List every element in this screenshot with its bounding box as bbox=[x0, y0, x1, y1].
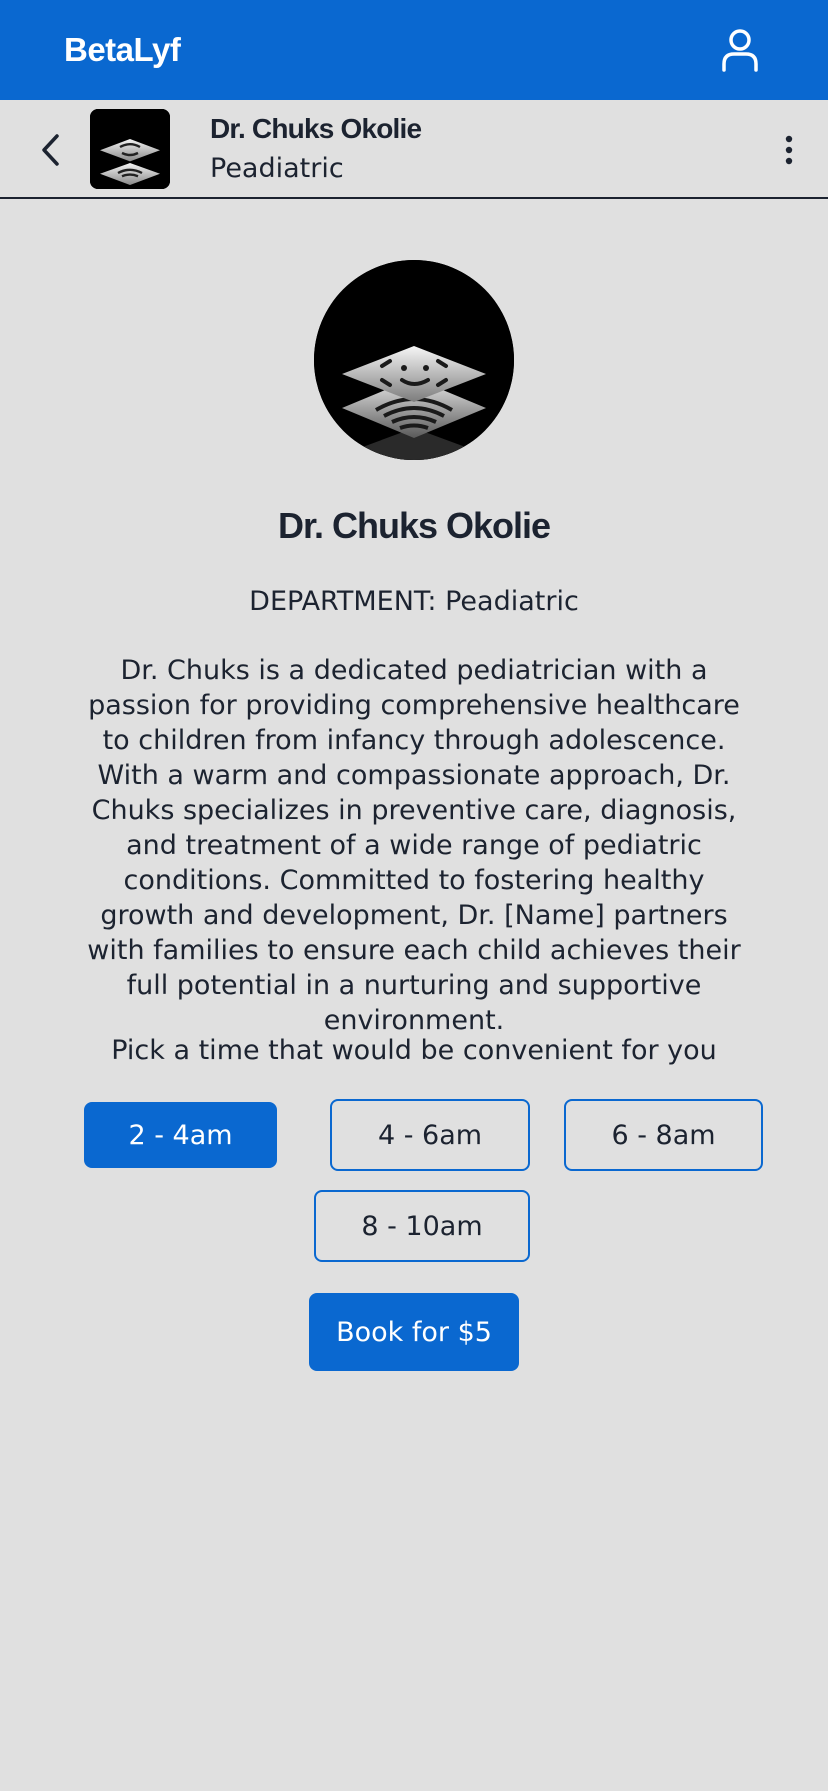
back-button[interactable] bbox=[24, 124, 76, 176]
app-title: BetaLyf bbox=[64, 31, 181, 68]
doctor-thumbnail bbox=[90, 109, 170, 189]
time-slot-prompt: Pick a time that would be convenient for… bbox=[111, 1035, 717, 1066]
more-options-button[interactable] bbox=[764, 124, 814, 176]
doctor-avatar bbox=[314, 260, 514, 460]
doctor-header: Dr. Chuks Okolie Peadiatric bbox=[0, 100, 828, 199]
header-doctor-name: Dr. Chuks Okolie bbox=[210, 113, 422, 144]
app-bar: BetaLyf bbox=[0, 0, 828, 100]
department-label: DEPARTMENT: bbox=[249, 586, 437, 617]
profile-button[interactable] bbox=[710, 22, 770, 78]
biometric-logo-icon bbox=[314, 260, 514, 460]
doctor-bio: Dr. Chuks is a dedicated pediatrician wi… bbox=[87, 655, 741, 1036]
time-slot-8-10am[interactable]: 8 - 10am bbox=[314, 1190, 530, 1262]
time-slot-4-6am[interactable]: 4 - 6am bbox=[330, 1099, 530, 1171]
header-department: Peadiatric bbox=[210, 153, 344, 184]
user-icon bbox=[722, 29, 758, 72]
time-slot-6-8am[interactable]: 6 - 8am bbox=[564, 1099, 763, 1171]
department-value: Peadiatric bbox=[445, 586, 579, 617]
time-slot-2-4am[interactable]: 2 - 4am bbox=[84, 1102, 277, 1168]
biometric-logo-icon bbox=[90, 109, 170, 189]
book-button[interactable]: Book for $5 bbox=[309, 1293, 519, 1371]
doctor-name: Dr. Chuks Okolie bbox=[277, 505, 551, 546]
department-line: DEPARTMENT: Peadiatric bbox=[0, 586, 828, 617]
chevron-left-icon bbox=[42, 134, 59, 166]
more-vertical-icon bbox=[785, 135, 793, 165]
